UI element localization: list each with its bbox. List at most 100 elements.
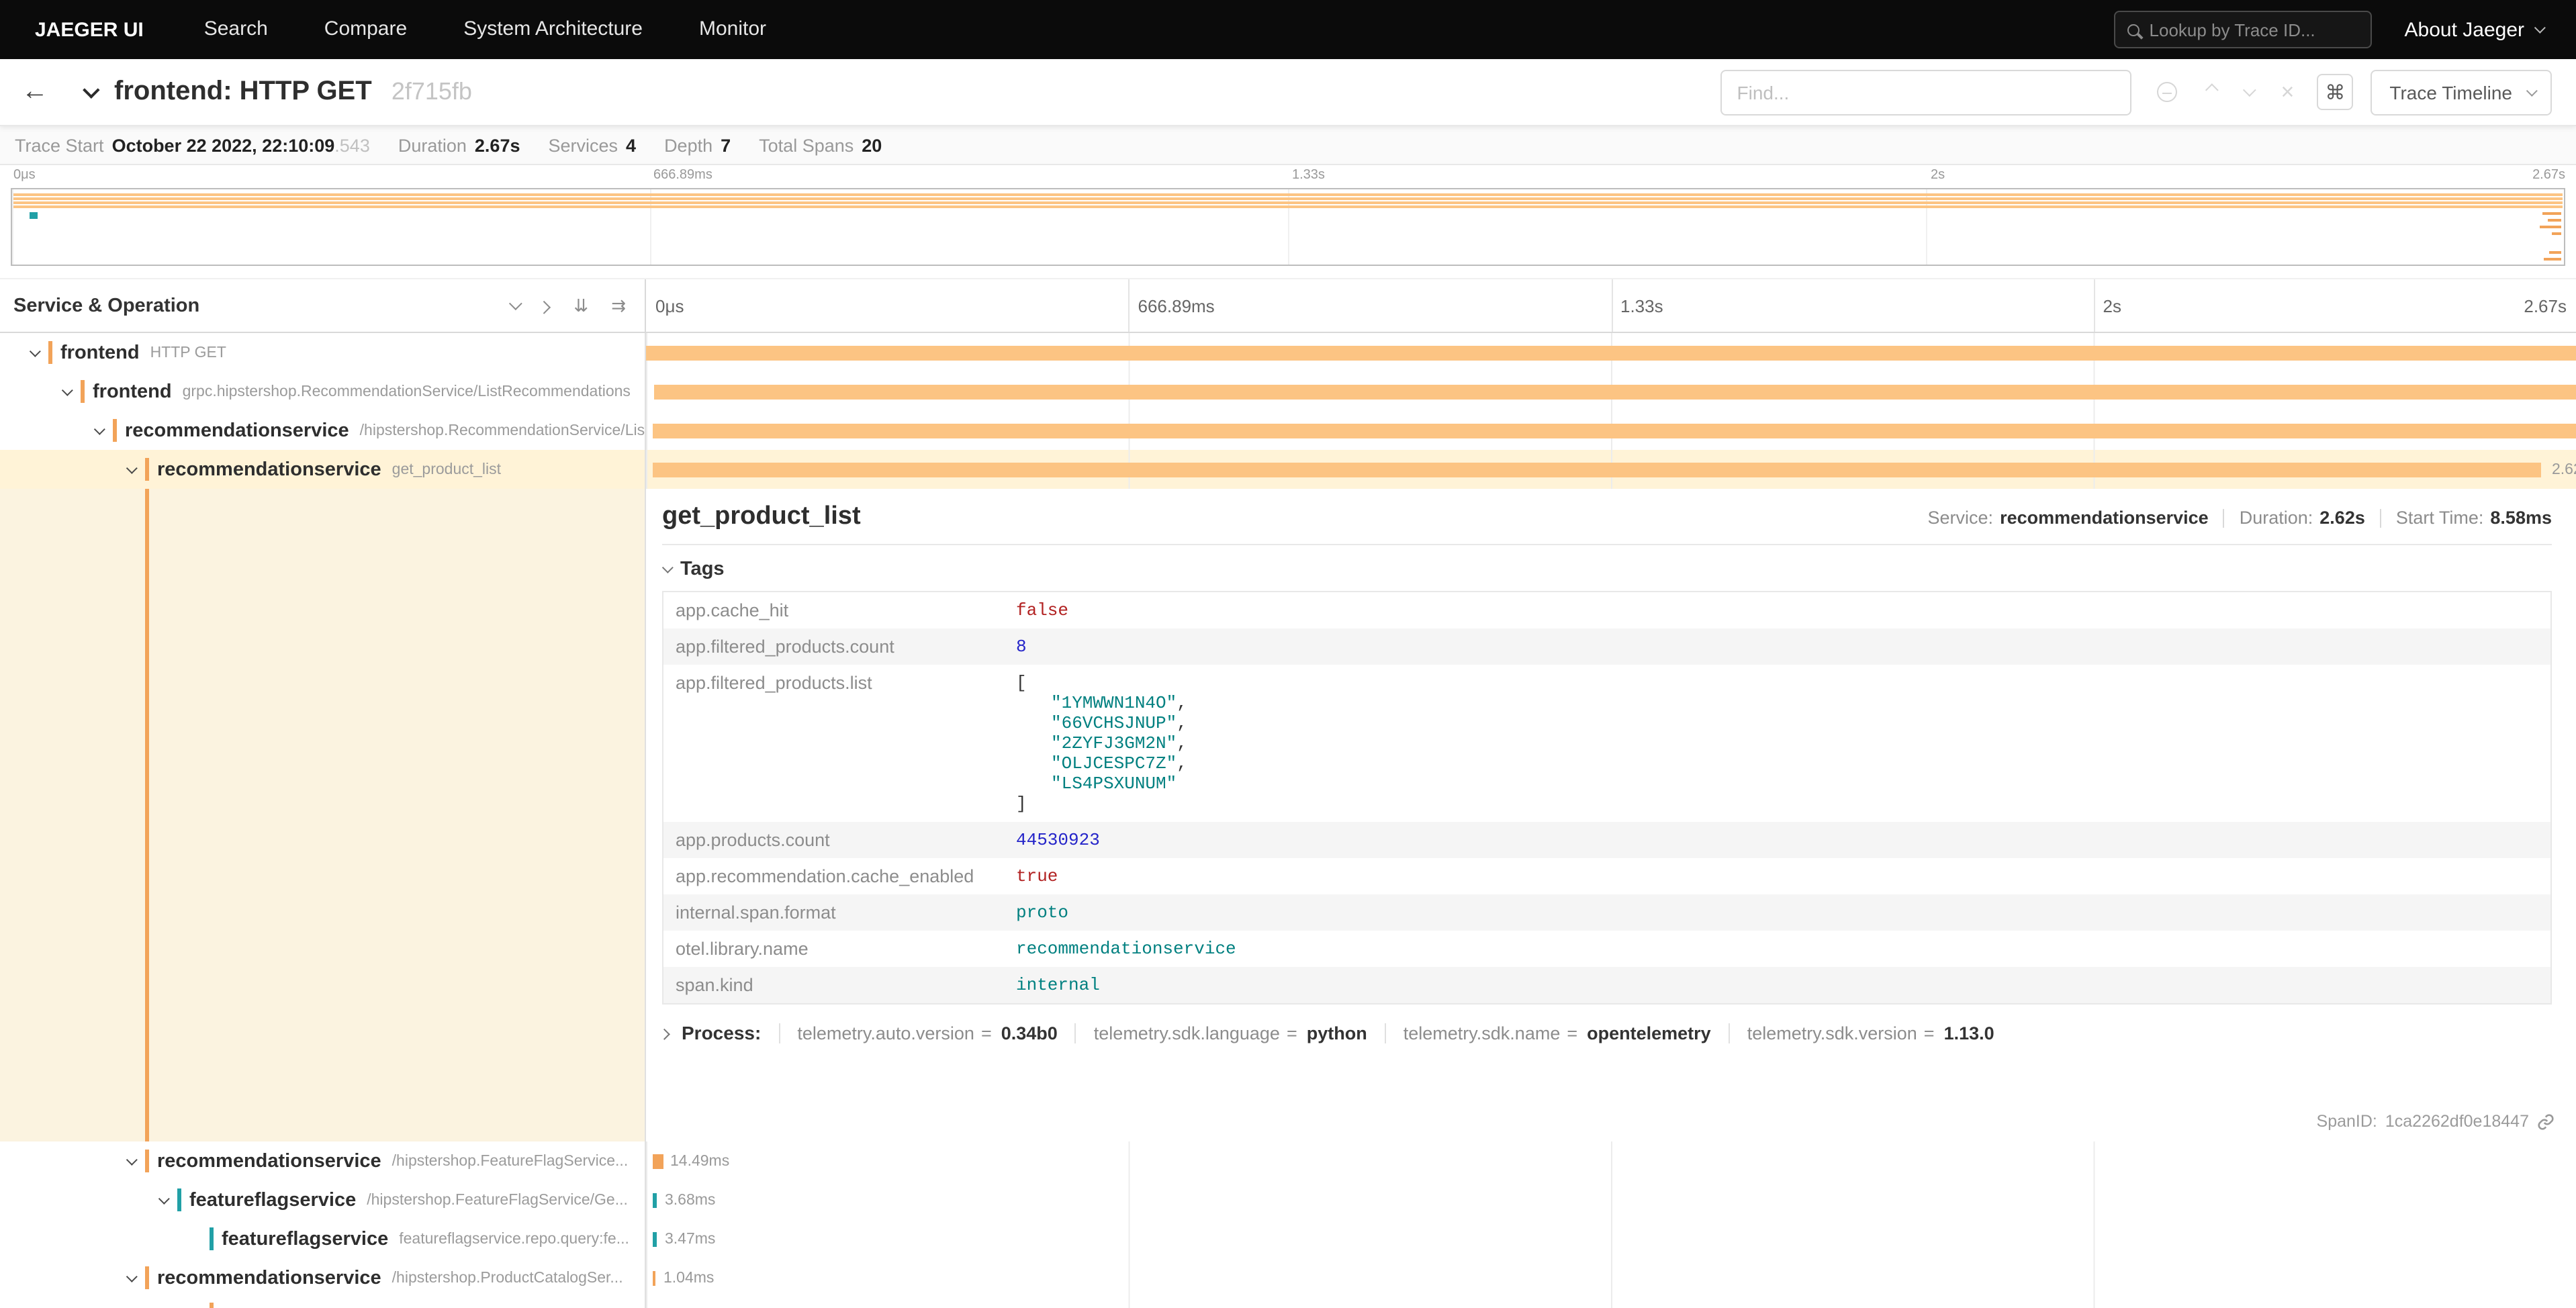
span-operation-name: get_product_list bbox=[392, 461, 501, 477]
span-operation-name: HTTP GET bbox=[150, 344, 226, 361]
span-detail-header: get_product_list Service:recommendations… bbox=[662, 502, 2552, 532]
span-tree-cell[interactable]: recommendationservice /hipstershop.Produ… bbox=[0, 1258, 646, 1297]
span-bar[interactable] bbox=[652, 462, 2542, 477]
back-arrow-icon[interactable]: ← bbox=[0, 77, 70, 107]
nav-item-compare[interactable]: Compare bbox=[296, 0, 435, 59]
previous-result-icon[interactable] bbox=[2205, 83, 2219, 97]
summary-ms-suffix: .543 bbox=[334, 135, 370, 155]
service-color-bar bbox=[177, 1188, 181, 1211]
span-timeline-cell[interactable]: 1.04ms bbox=[646, 1258, 2576, 1297]
service-label: Service: bbox=[1928, 508, 1994, 528]
clear-find-icon[interactable]: × bbox=[2281, 81, 2295, 103]
span-timeline-cell[interactable]: 3.47ms bbox=[646, 1219, 2576, 1258]
tag-key: span.kind bbox=[663, 967, 1004, 1004]
span-tree-cell[interactable]: recommendationservice /hipstershop.Recom… bbox=[0, 411, 646, 450]
trace-lookup-box[interactable] bbox=[2115, 11, 2373, 48]
chevron-down-icon bbox=[2526, 85, 2537, 95]
find-input[interactable] bbox=[1721, 69, 2132, 115]
equals-sign: = bbox=[1287, 1023, 1297, 1043]
span-toggle-icon[interactable] bbox=[94, 427, 113, 434]
span-bar[interactable] bbox=[653, 1193, 657, 1207]
service-color-bar bbox=[113, 419, 117, 442]
summary-value: October 22 2022, 22:10:09 bbox=[112, 135, 335, 155]
span-service-name[interactable]: featureflagservice bbox=[189, 1189, 356, 1211]
nav-item-system-architecture[interactable]: System Architecture bbox=[435, 0, 671, 59]
nav-item-search[interactable]: Search bbox=[176, 0, 296, 59]
circle-minus-icon[interactable] bbox=[2158, 82, 2178, 102]
span-operation-name: /hipstershop.FeatureFlagService/Ge... bbox=[367, 1192, 628, 1208]
service-color-bar bbox=[210, 1303, 214, 1308]
span-tree-cell[interactable]: recommendationservice /hipstershop.Featu… bbox=[0, 1141, 646, 1180]
about-jaeger-menu[interactable]: About Jaeger bbox=[2405, 18, 2541, 41]
span-tree-cell[interactable]: featureflagservice featureflagservice.re… bbox=[0, 1219, 646, 1258]
span-service-name[interactable]: recommendationservice bbox=[157, 1150, 381, 1172]
span-timeline-cell[interactable] bbox=[646, 1297, 2576, 1308]
span-timeline-cell[interactable] bbox=[646, 372, 2576, 411]
span-tree-cell[interactable]: frontend HTTP GET bbox=[0, 333, 646, 372]
span-tree-cell[interactable]: frontend grpc.hipstershop.Recommendation… bbox=[0, 372, 646, 411]
service-color-bar bbox=[48, 341, 52, 364]
span-service-name[interactable]: frontend bbox=[93, 381, 172, 402]
collapse-all-icon[interactable]: ⇊ bbox=[573, 297, 588, 314]
span-row: featureflagservice /hipstershop.FeatureF… bbox=[0, 1180, 2576, 1219]
tag-value: 8 bbox=[1016, 637, 1027, 657]
process-pair: telemetry.auto.version=0.34b0 bbox=[778, 1023, 1074, 1043]
trace-lookup-input[interactable] bbox=[2150, 19, 2359, 40]
minimap-canvas[interactable] bbox=[11, 188, 2565, 266]
tags-accordion[interactable]: Tags bbox=[662, 559, 2552, 580]
detail-divider bbox=[662, 544, 2552, 545]
ruler-tick-line bbox=[1129, 279, 1130, 332]
expand-one-icon[interactable] bbox=[538, 301, 551, 314]
app-brand[interactable]: JAEGER UI bbox=[0, 18, 176, 41]
jaeger-trace-page: JAEGER UI Search Compare System Architec… bbox=[0, 0, 2576, 1308]
span-timeline-cell[interactable]: 14.49ms bbox=[646, 1141, 2576, 1180]
process-label: Process: bbox=[682, 1022, 761, 1043]
span-operation-name: featureflagservice.repo.query:fe... bbox=[399, 1231, 629, 1247]
keyboard-shortcuts-button[interactable]: ⌘ bbox=[2317, 74, 2353, 110]
about-jaeger-label: About Jaeger bbox=[2405, 18, 2524, 41]
span-toggle-icon[interactable] bbox=[126, 1158, 145, 1165]
span-timeline-cell[interactable] bbox=[646, 411, 2576, 450]
span-bar[interactable] bbox=[653, 1154, 663, 1168]
service-color-bar bbox=[145, 458, 149, 481]
link-icon[interactable] bbox=[2537, 1113, 2555, 1130]
expand-all-icon[interactable]: ⇉ bbox=[611, 297, 626, 314]
span-bar[interactable] bbox=[653, 1231, 657, 1246]
tag-row: app.filtered_products.list ["1YMWWN1N4O"… bbox=[663, 665, 2551, 822]
process-accordion[interactable]: Process: telemetry.auto.version=0.34b0 t… bbox=[662, 1022, 2552, 1043]
trace-title: frontend: HTTP GET 2f715fb bbox=[114, 77, 472, 107]
ruler-tick-label: 2.67s bbox=[2524, 295, 2567, 316]
trace-view-selector[interactable]: Trace Timeline bbox=[2371, 69, 2552, 115]
next-result-icon[interactable] bbox=[2243, 83, 2256, 97]
summary-value: 7 bbox=[721, 135, 731, 155]
span-tree-cell[interactable]: recommendationservice get_product_list bbox=[0, 450, 646, 489]
top-navbar: JAEGER UI Search Compare System Architec… bbox=[0, 0, 2576, 59]
span-timeline-cell[interactable]: 3.68ms bbox=[646, 1180, 2576, 1219]
collapse-one-icon[interactable] bbox=[509, 297, 522, 310]
minimap-span-line bbox=[30, 212, 38, 219]
span-bar[interactable] bbox=[653, 423, 2576, 438]
span-row: frontend grpc.hipstershop.Recommendation… bbox=[0, 372, 2576, 411]
span-timeline-cell[interactable] bbox=[646, 333, 2576, 372]
nav-item-monitor[interactable]: Monitor bbox=[671, 0, 794, 59]
find-result-controls: × bbox=[2132, 81, 2317, 103]
span-tree-cell[interactable]: featureflagservice /hipstershop.FeatureF… bbox=[0, 1180, 646, 1219]
minimap-span-line bbox=[13, 201, 2563, 204]
span-service-name[interactable]: frontend bbox=[60, 342, 140, 363]
span-toggle-icon[interactable] bbox=[158, 1197, 177, 1204]
span-service-name[interactable]: recommendationservice bbox=[125, 420, 349, 441]
span-timeline-cell[interactable]: 2.62s bbox=[646, 450, 2576, 489]
span-toggle-icon[interactable] bbox=[62, 388, 81, 395]
span-bar[interactable] bbox=[646, 345, 2576, 360]
span-toggle-icon[interactable] bbox=[30, 349, 48, 357]
equals-sign: = bbox=[1567, 1023, 1577, 1043]
span-service-name[interactable]: featureflagservice bbox=[222, 1228, 388, 1250]
span-bar[interactable] bbox=[653, 1270, 655, 1285]
span-toggle-icon[interactable] bbox=[126, 466, 145, 473]
collapse-trace-icon[interactable] bbox=[83, 80, 95, 104]
span-bar[interactable] bbox=[655, 384, 2576, 399]
span-service-name[interactable]: recommendationservice bbox=[157, 459, 381, 480]
span-tree-cell[interactable] bbox=[0, 1297, 646, 1308]
span-service-name[interactable]: recommendationservice bbox=[157, 1267, 381, 1289]
span-toggle-icon[interactable] bbox=[126, 1274, 145, 1282]
